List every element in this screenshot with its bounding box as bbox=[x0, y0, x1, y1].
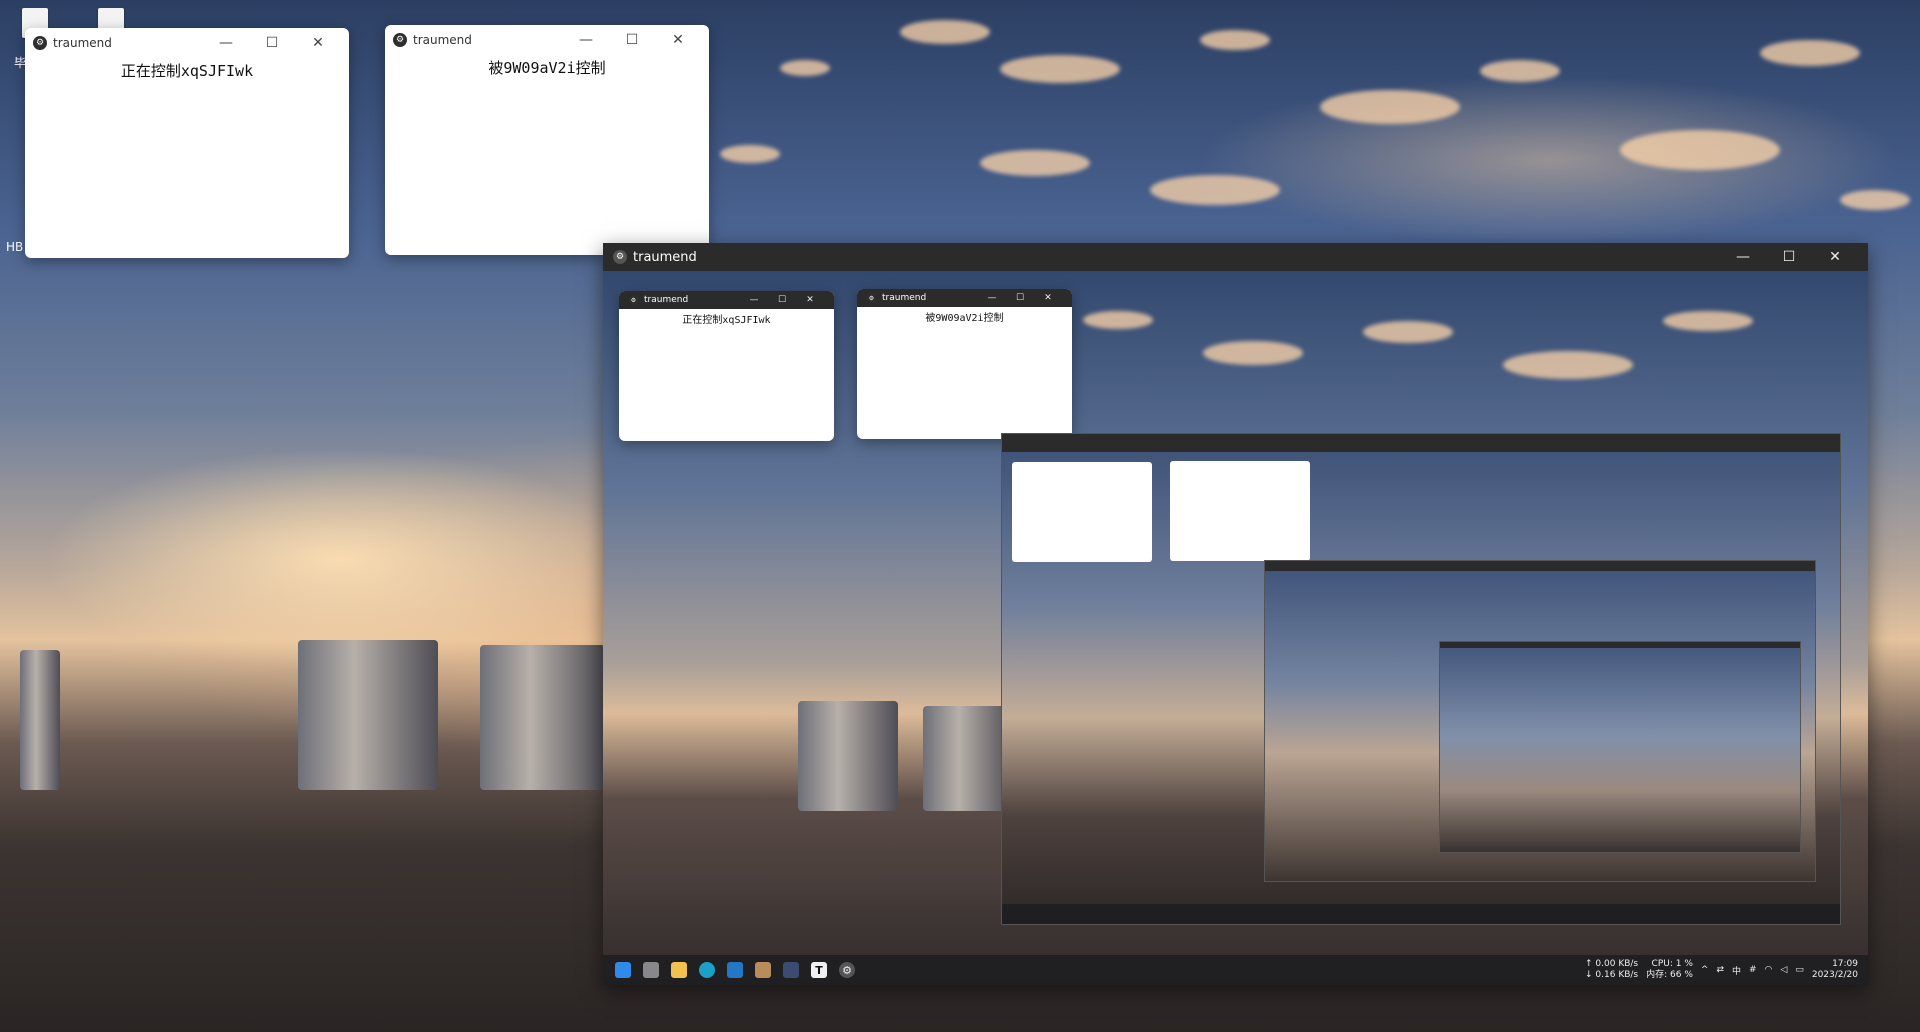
edge-browser-icon[interactable] bbox=[699, 962, 715, 978]
cpu-usage: CPU: 1 % bbox=[1651, 959, 1693, 969]
file-explorer-icon[interactable] bbox=[671, 962, 687, 978]
nested-remote-view[interactable] bbox=[1001, 433, 1841, 925]
remote-control-status-text: 正在控制xqSJFIwk bbox=[682, 315, 771, 326]
network-speed: ↑ 0.00 KB/s ↓ 0.16 KB/s bbox=[1585, 959, 1638, 981]
close-button[interactable]: ✕ bbox=[1034, 293, 1062, 303]
system-monitor: CPU: 1 % 内存: 66 % bbox=[1646, 959, 1693, 981]
close-button[interactable]: ✕ bbox=[796, 295, 824, 305]
remote-controlled-window[interactable]: ⚙ traumend — ☐ ✕ 被9W09aV2i控制 bbox=[857, 289, 1072, 439]
remote-window-titlebar[interactable]: ⚙ traumend — ☐ ✕ bbox=[603, 243, 1868, 271]
remote-controlled-status-text: 被9W09aV2i控制 bbox=[925, 313, 1004, 324]
task-view-icon[interactable] bbox=[643, 962, 659, 978]
vscode-icon[interactable] bbox=[727, 962, 743, 978]
control-window-titlebar[interactable]: ⚙ traumend — ☐ ✕ bbox=[25, 28, 349, 58]
remote-taskbar[interactable]: T ⚙ ↑ 0.00 KB/s ↓ 0.16 KB/s CPU: 1 % 内存:… bbox=[603, 955, 1868, 985]
clock-date: 2023/2/20 bbox=[1811, 970, 1858, 980]
remote-desktop-window[interactable]: ⚙ traumend — ☐ ✕ ⚙ traumend — ☐ ✕ 正在控制xq… bbox=[603, 243, 1868, 985]
chevron-up-icon[interactable]: ^ bbox=[1701, 965, 1709, 975]
maximize-button[interactable]: ☐ bbox=[609, 32, 655, 48]
remote-screen[interactable]: ⚙ traumend — ☐ ✕ 正在控制xqSJFIwk ⚙ traumend… bbox=[603, 271, 1868, 985]
remote-control-window-titlebar[interactable]: ⚙ traumend — ☐ ✕ bbox=[619, 291, 834, 309]
window-title: traumend bbox=[413, 33, 472, 47]
net-down: ↓ 0.16 KB/s bbox=[1585, 970, 1639, 980]
clock-time: 17:09 bbox=[1832, 959, 1858, 969]
traumend-taskbar-icon[interactable]: ⚙ bbox=[839, 962, 855, 978]
window-title: traumend bbox=[53, 36, 112, 50]
ime-indicator[interactable]: 中 bbox=[1732, 964, 1741, 977]
minimize-button[interactable]: — bbox=[740, 295, 768, 305]
app-icon: ⚙ bbox=[867, 293, 876, 303]
maximize-button[interactable]: ☐ bbox=[1766, 249, 1812, 265]
volume-icon[interactable]: ◁ bbox=[1780, 965, 1787, 975]
minimize-button[interactable]: — bbox=[1720, 249, 1766, 265]
start-menu-icon[interactable] bbox=[615, 962, 631, 978]
net-up: ↑ 0.00 KB/s bbox=[1585, 959, 1639, 969]
minimize-button[interactable]: — bbox=[203, 35, 249, 51]
nested-taskbar bbox=[1002, 904, 1840, 924]
minimize-button[interactable]: — bbox=[563, 32, 609, 48]
maximize-button[interactable]: ☐ bbox=[1006, 293, 1034, 303]
app-icon: ⚙ bbox=[393, 33, 407, 47]
controlled-window[interactable]: ⚙ traumend — ☐ ✕ 被9W09aV2i控制 bbox=[385, 25, 709, 255]
close-button[interactable]: ✕ bbox=[655, 32, 701, 48]
nested-remote-view-level-2 bbox=[1264, 560, 1816, 882]
close-button[interactable]: ✕ bbox=[1812, 249, 1858, 265]
remote-control-window[interactable]: ⚙ traumend — ☐ ✕ 正在控制xqSJFIwk bbox=[619, 291, 834, 441]
nested-window-thumbnail bbox=[1170, 461, 1310, 561]
app-icon: ⚙ bbox=[33, 36, 47, 50]
app-icon: ⚙ bbox=[629, 295, 638, 305]
grid-icon[interactable]: # bbox=[1749, 965, 1757, 975]
control-window[interactable]: ⚙ traumend — ☐ ✕ 正在控制xqSJFIwk bbox=[25, 28, 349, 258]
nested-window-thumbnail bbox=[1012, 462, 1152, 562]
system-tray: ↑ 0.00 KB/s ↓ 0.16 KB/s CPU: 1 % 内存: 66 … bbox=[1585, 959, 1868, 981]
close-button[interactable]: ✕ bbox=[295, 35, 341, 51]
window-title: traumend bbox=[633, 249, 697, 265]
controlled-window-titlebar[interactable]: ⚙ traumend — ☐ ✕ bbox=[385, 25, 709, 55]
control-status-text: 正在控制xqSJFIwk bbox=[120, 62, 254, 80]
app-icon[interactable] bbox=[783, 962, 799, 978]
maximize-button[interactable]: ☐ bbox=[249, 35, 295, 51]
maximize-button[interactable]: ☐ bbox=[768, 295, 796, 305]
clock[interactable]: 17:09 2023/2/20 bbox=[1812, 959, 1858, 981]
window-title: traumend bbox=[882, 293, 927, 303]
remote-controlled-window-titlebar[interactable]: ⚙ traumend — ☐ ✕ bbox=[857, 289, 1072, 307]
nested-titlebar bbox=[1002, 434, 1840, 452]
memory-usage: 内存: 66 % bbox=[1646, 970, 1693, 980]
minimize-button[interactable]: — bbox=[978, 293, 1006, 303]
network-toggle-icon[interactable]: ⇄ bbox=[1716, 965, 1724, 975]
typora-icon[interactable]: T bbox=[811, 962, 827, 978]
window-title: traumend bbox=[644, 295, 689, 305]
wifi-icon[interactable]: ◠ bbox=[1765, 965, 1773, 975]
app-icon: ⚙ bbox=[613, 250, 627, 264]
battery-icon[interactable]: ▭ bbox=[1795, 965, 1804, 975]
controlled-status-text: 被9W09aV2i控制 bbox=[488, 59, 606, 77]
desktop-icon-label: HB bbox=[6, 240, 24, 254]
app-icon[interactable] bbox=[755, 962, 771, 978]
